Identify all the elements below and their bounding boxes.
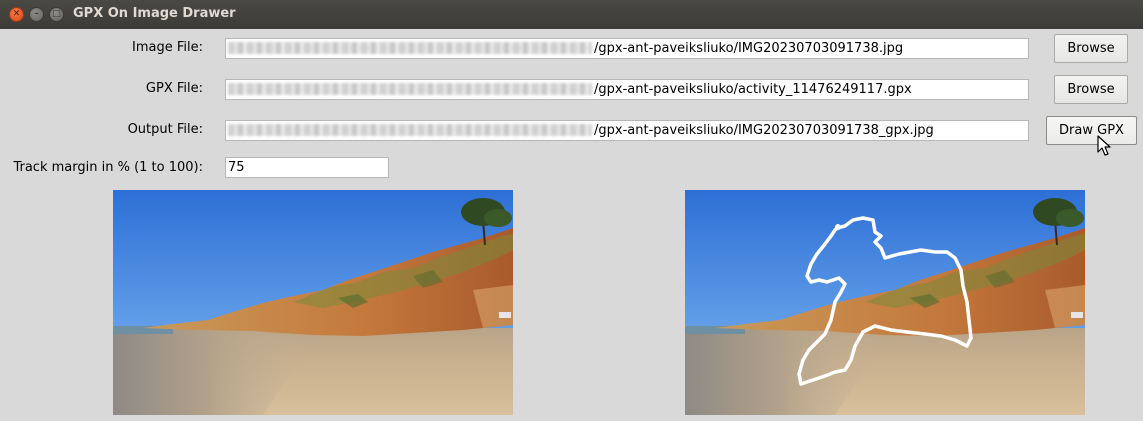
- output-image-preview: [685, 190, 1085, 415]
- gpx-file-label: GPX File:: [145, 81, 203, 96]
- gpx-file-input[interactable]: /gpx-ant-paveiksliuko/activity_114762491…: [225, 79, 1029, 100]
- source-image-preview: [113, 190, 513, 415]
- gpx-browse-button[interactable]: Browse: [1054, 75, 1128, 104]
- output-file-path: /gpx-ant-paveiksliuko/IMG20230703091738_…: [594, 123, 934, 138]
- gpx-file-path: /gpx-ant-paveiksliuko/activity_114762491…: [594, 82, 912, 97]
- image-file-label: Image File:: [132, 40, 203, 55]
- mouse-pointer-icon: [1097, 135, 1111, 156]
- redacted-path: [228, 42, 592, 54]
- track-margin-label: Track margin in % (1 to 100):: [13, 160, 203, 175]
- close-icon[interactable]: ✕: [9, 7, 24, 22]
- output-file-input[interactable]: /gpx-ant-paveiksliuko/IMG20230703091738_…: [225, 120, 1029, 141]
- app-window: ✕ – □ GPX On Image Drawer Image File: /g…: [0, 0, 1143, 421]
- minimize-icon[interactable]: –: [29, 7, 44, 22]
- image-browse-button[interactable]: Browse: [1054, 34, 1128, 63]
- window-title: GPX On Image Drawer: [73, 6, 236, 21]
- track-start-marker: [835, 224, 841, 230]
- draw-gpx-button[interactable]: Draw GPX: [1046, 116, 1137, 145]
- maximize-icon[interactable]: □: [49, 7, 64, 22]
- image-file-input[interactable]: /gpx-ant-paveiksliuko/IMG20230703091738.…: [225, 38, 1029, 59]
- redacted-path: [228, 83, 592, 95]
- track-margin-input[interactable]: 75: [225, 157, 389, 178]
- beach-photo: [113, 190, 513, 415]
- title-bar[interactable]: ✕ – □ GPX On Image Drawer: [0, 0, 1143, 29]
- beach-photo-with-track: [685, 190, 1085, 415]
- redacted-path: [228, 124, 592, 136]
- image-file-path: /gpx-ant-paveiksliuko/IMG20230703091738.…: [594, 41, 904, 56]
- output-file-label: Output File:: [127, 122, 203, 137]
